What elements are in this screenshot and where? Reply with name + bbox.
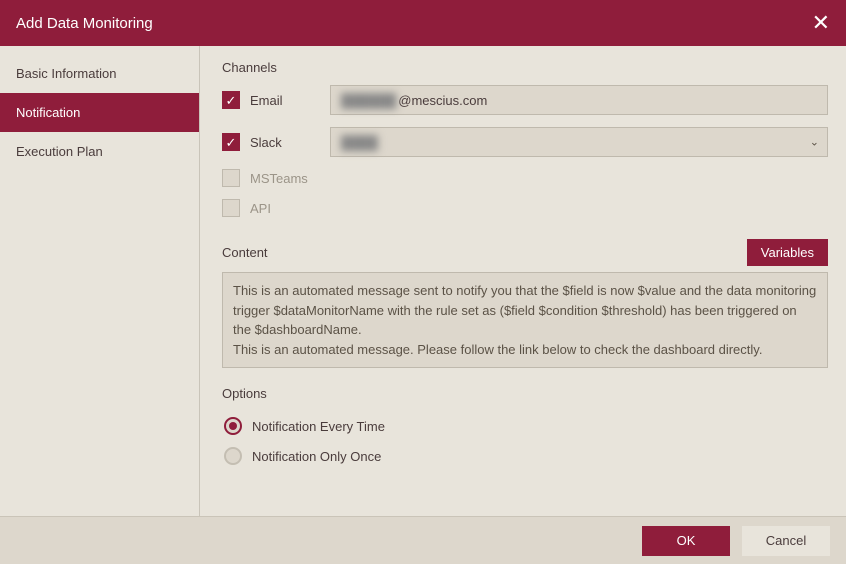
content-panel: Channels Email ██████ @mescius.com Slack… (200, 46, 846, 516)
add-data-monitoring-dialog: Add Data Monitoring ✕ Basic Information … (0, 0, 846, 564)
option-only-once-label: Notification Only Once (252, 449, 381, 464)
content-label: Content (222, 245, 747, 260)
radio-only-once[interactable] (224, 447, 242, 465)
msteams-label: MSTeams (250, 171, 330, 186)
api-label: API (250, 201, 330, 216)
slack-label: Slack (250, 135, 330, 150)
sidebar: Basic Information Notification Execution… (0, 46, 200, 516)
sidebar-item-execution-plan[interactable]: Execution Plan (0, 132, 199, 171)
options-title: Options (222, 386, 828, 401)
email-checkbox[interactable] (222, 91, 240, 109)
content-header: Content Variables (222, 239, 828, 266)
close-icon[interactable]: ✕ (812, 12, 830, 34)
option-every-time-label: Notification Every Time (252, 419, 385, 434)
dialog-title: Add Data Monitoring (16, 15, 812, 32)
chevron-down-icon: ⌄ (810, 136, 819, 149)
titlebar: Add Data Monitoring ✕ (0, 0, 846, 46)
cancel-button[interactable]: Cancel (742, 526, 830, 556)
channel-row-api: API (222, 199, 828, 217)
email-value-suffix: @mescius.com (398, 93, 487, 108)
channels-title: Channels (222, 60, 828, 75)
content-text-line2: This is an automated message. Please fol… (233, 340, 817, 360)
footer: OK Cancel (0, 516, 846, 564)
sidebar-item-notification[interactable]: Notification (0, 93, 199, 132)
variables-button[interactable]: Variables (747, 239, 828, 266)
email-input[interactable]: ██████ @mescius.com (330, 85, 828, 115)
channel-row-email: Email ██████ @mescius.com (222, 85, 828, 115)
slack-checkbox[interactable] (222, 133, 240, 151)
api-checkbox[interactable] (222, 199, 240, 217)
email-value-hidden: ██████ (341, 93, 396, 108)
sidebar-item-basic-information[interactable]: Basic Information (0, 54, 199, 93)
ok-button[interactable]: OK (642, 526, 730, 556)
channel-row-msteams: MSTeams (222, 169, 828, 187)
option-only-once[interactable]: Notification Only Once (222, 441, 828, 471)
slack-value-hidden: ████ (341, 135, 378, 150)
channel-row-slack: Slack ████ ⌄ (222, 127, 828, 157)
slack-select[interactable]: ████ ⌄ (330, 127, 828, 157)
radio-every-time[interactable] (224, 417, 242, 435)
msteams-checkbox[interactable] (222, 169, 240, 187)
email-label: Email (250, 93, 330, 108)
content-textarea[interactable]: This is an automated message sent to not… (222, 272, 828, 368)
dialog-body: Basic Information Notification Execution… (0, 46, 846, 516)
option-every-time[interactable]: Notification Every Time (222, 411, 828, 441)
content-text-line1: This is an automated message sent to not… (233, 281, 817, 340)
